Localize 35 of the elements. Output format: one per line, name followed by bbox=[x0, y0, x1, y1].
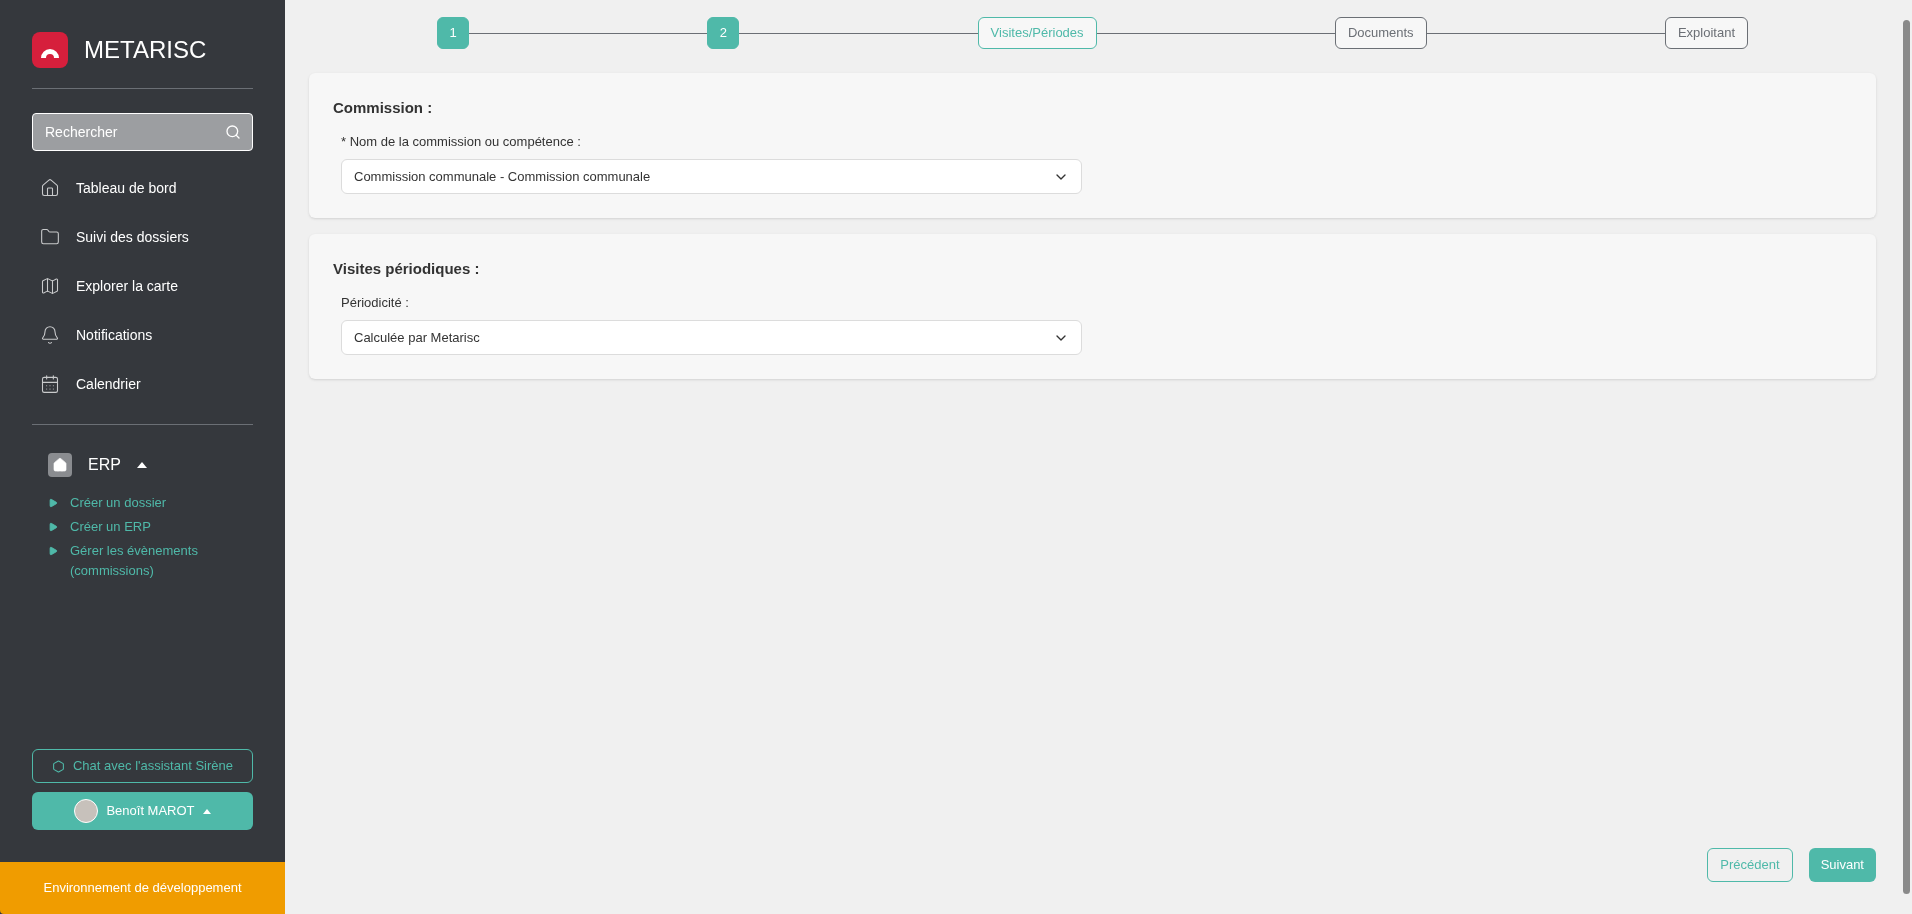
nav-item[interactable]: Calendrier bbox=[40, 359, 245, 408]
bell-icon bbox=[40, 324, 60, 345]
nav-item[interactable]: Notifications bbox=[40, 310, 245, 359]
triangle-icon bbox=[48, 546, 58, 556]
submenu-link[interactable]: Gérer les évènements (commissions) bbox=[48, 541, 237, 581]
brand-name: METARISC bbox=[84, 35, 207, 65]
select-field[interactable]: Calculée par Metarisc bbox=[341, 320, 1082, 355]
calendar-icon bbox=[40, 373, 60, 394]
chat-button[interactable]: Chat avec l'assistant Sirène bbox=[32, 749, 253, 783]
avatar bbox=[74, 799, 99, 823]
card-title: Visites périodiques : bbox=[333, 259, 481, 279]
field-label: * Nom de la commission ou compétence : bbox=[341, 132, 582, 151]
field-label: Périodicité : bbox=[341, 293, 410, 312]
map-icon bbox=[40, 275, 60, 296]
hexagon-icon bbox=[52, 759, 65, 773]
search-field[interactable]: Rechercher bbox=[32, 113, 253, 151]
select-field[interactable]: Commission communale - Commission communale bbox=[341, 159, 1082, 194]
nav-item[interactable]: Explorer la carte bbox=[40, 261, 245, 310]
step[interactable]: Documents bbox=[1334, 17, 1427, 49]
search-icon bbox=[225, 124, 241, 140]
building-icon bbox=[48, 453, 72, 477]
section-toggle[interactable]: ERP bbox=[48, 453, 147, 477]
nav-item[interactable]: Suivi des dossiers bbox=[40, 212, 245, 261]
home-icon bbox=[40, 177, 60, 198]
card-title: Commission : bbox=[333, 98, 434, 118]
folder-icon bbox=[40, 226, 60, 247]
triangle-icon bbox=[48, 498, 58, 508]
step[interactable]: Exploitant bbox=[1664, 17, 1748, 49]
environment-banner: Environnement de développement bbox=[0, 862, 285, 914]
nav-item[interactable]: Tableau de bord bbox=[40, 163, 245, 212]
logo-icon bbox=[32, 32, 68, 68]
submenu-link[interactable]: Créer un ERP bbox=[48, 517, 237, 537]
submenu-link[interactable]: Créer un dossier bbox=[48, 493, 237, 513]
triangle-icon bbox=[48, 522, 58, 532]
caret-icon bbox=[202, 808, 211, 814]
